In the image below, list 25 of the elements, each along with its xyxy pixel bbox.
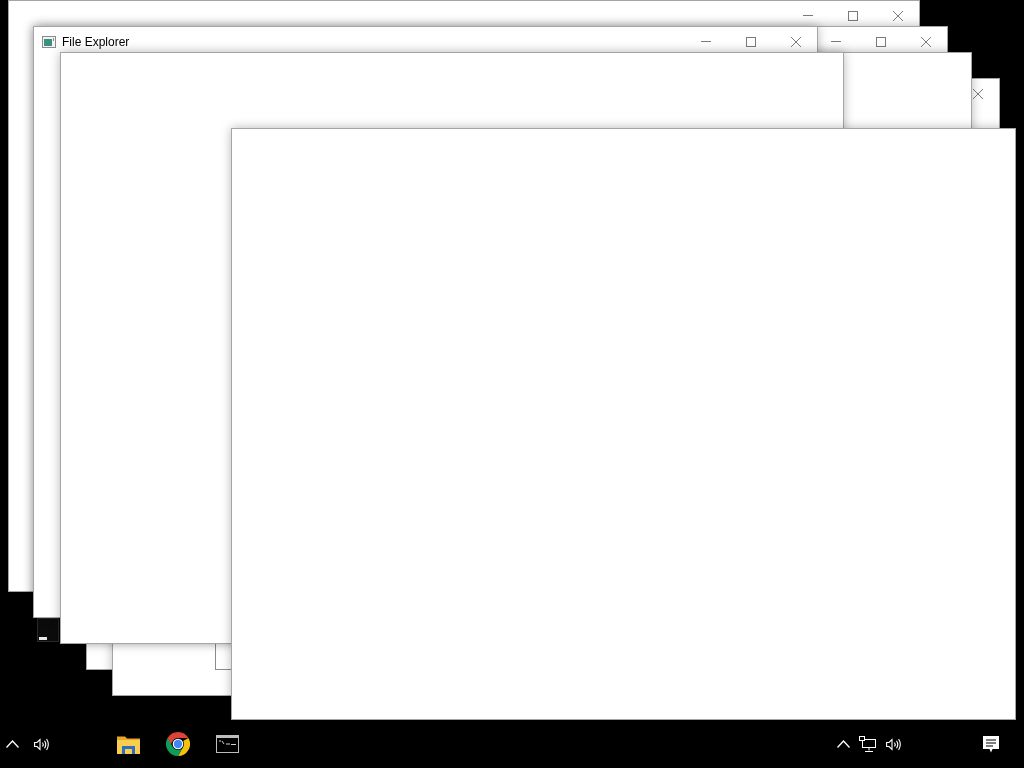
browser-icon[interactable]	[166, 732, 190, 756]
text-cursor-icon	[39, 637, 47, 640]
minimize-icon	[831, 41, 841, 42]
chevron-up-icon[interactable]	[837, 740, 850, 748]
maximize-icon	[746, 36, 756, 47]
close-icon	[893, 10, 903, 21]
window-title: File Explorer	[62, 35, 130, 48]
folder-icon[interactable]	[117, 734, 140, 754]
volume-icon[interactable]	[886, 737, 902, 751]
maximize-icon	[848, 10, 858, 21]
network-icon[interactable]	[859, 736, 876, 752]
maximize-button[interactable]	[847, 9, 859, 22]
close-icon	[921, 36, 931, 47]
maximize-icon	[876, 36, 886, 47]
notifications-icon[interactable]	[983, 735, 999, 753]
volume-icon[interactable]	[34, 737, 50, 751]
maximize-button[interactable]	[875, 35, 887, 48]
app-icon	[42, 35, 56, 48]
close-icon	[791, 36, 801, 47]
minimize-icon	[803, 15, 813, 16]
close-icon	[973, 88, 983, 99]
maximize-button[interactable]	[745, 35, 757, 48]
chevron-up-icon[interactable]	[6, 740, 19, 748]
minimize-icon	[701, 41, 711, 42]
terminal-icon[interactable]	[216, 735, 239, 753]
